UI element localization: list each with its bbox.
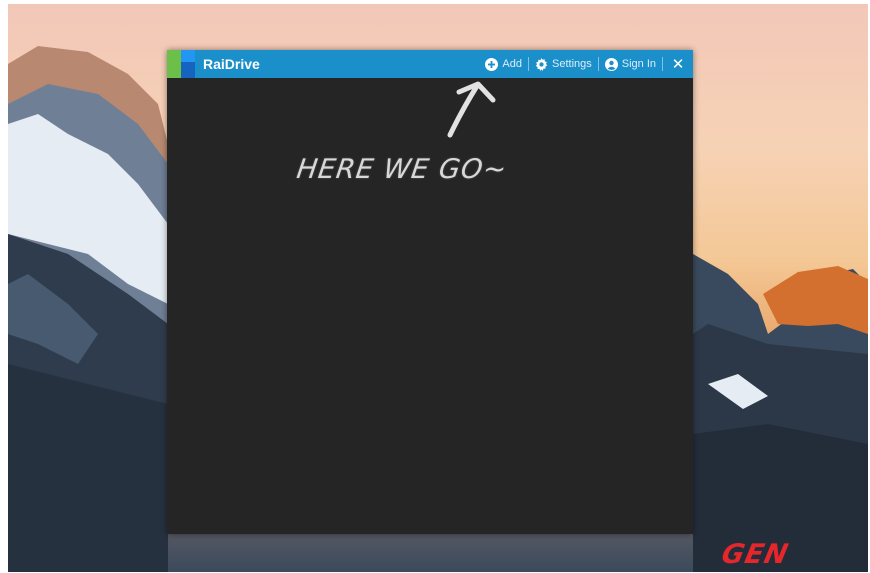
user-circle-icon xyxy=(604,57,618,71)
title-bar: RaiDrive Add Settings Sign In ✕ xyxy=(167,50,693,78)
gen-watermark-logo: GEN xyxy=(718,539,792,570)
sign-in-button[interactable]: Sign In xyxy=(599,50,662,78)
gear-icon xyxy=(535,57,548,71)
plus-circle-icon xyxy=(485,57,499,71)
raidrive-logo xyxy=(167,50,195,78)
close-icon: ✕ xyxy=(671,56,685,73)
sign-in-label: Sign In xyxy=(621,58,656,70)
add-label: Add xyxy=(502,58,522,70)
app-title: RaiDrive xyxy=(203,56,260,72)
settings-label: Settings xyxy=(552,58,592,70)
settings-button[interactable]: Settings xyxy=(529,50,598,78)
raidrive-window: RaiDrive Add Settings Sign In ✕ HERE WE … xyxy=(167,50,693,534)
close-button[interactable]: ✕ xyxy=(663,50,693,78)
add-button[interactable]: Add xyxy=(479,50,528,78)
annotation-text: HERE WE GO~ xyxy=(294,154,510,185)
